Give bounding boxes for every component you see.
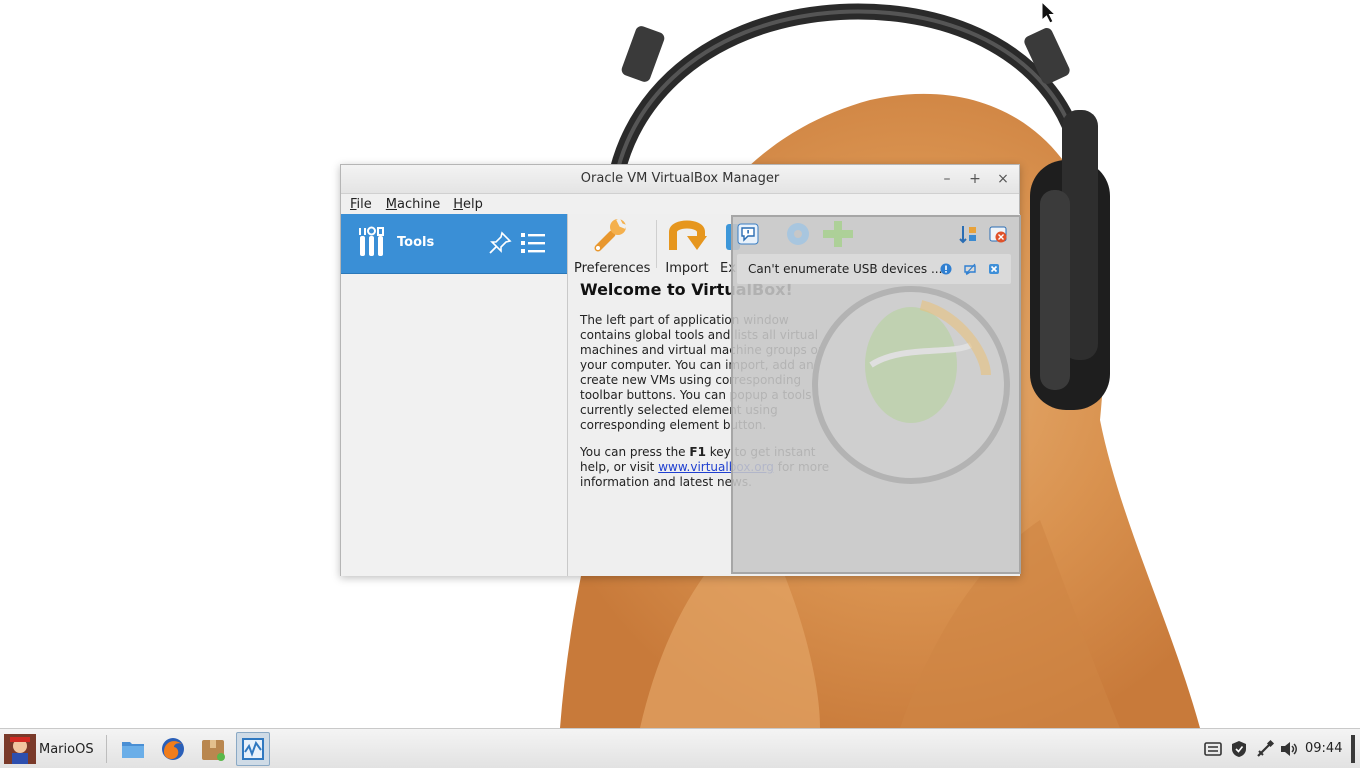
machine-list-pane: Tools xyxy=(341,214,568,576)
show-desktop-handle-icon[interactable] xyxy=(1350,735,1356,763)
virtualbox-task-button[interactable] xyxy=(236,732,270,766)
firefox-launcher[interactable] xyxy=(156,732,190,766)
gear-faded-icon xyxy=(787,223,809,245)
virtualbox-logo-watermark xyxy=(812,286,1010,484)
tools-icon xyxy=(359,226,384,256)
welcome-text-segment: You can press the xyxy=(580,445,690,459)
package-manager-icon xyxy=(202,740,225,761)
window-title: Oracle VM VirtualBox Manager xyxy=(580,171,780,186)
menu-bar: File Machine Help xyxy=(341,194,1019,216)
tools-item[interactable]: Tools xyxy=(341,214,567,274)
file-manager-launcher[interactable] xyxy=(116,732,150,766)
menu-help[interactable]: Help xyxy=(440,194,483,215)
preferences-label: Preferences xyxy=(574,261,651,276)
minimize-button[interactable]: – xyxy=(937,169,957,189)
taskbar: MarioOS 09:44 xyxy=(0,728,1360,768)
notification-center-icon[interactable] xyxy=(737,223,759,245)
tools-label: Tools xyxy=(397,235,435,250)
notification-toolbar xyxy=(733,217,1019,253)
wrench-icon xyxy=(594,218,627,252)
marioos-logo-icon xyxy=(4,734,36,764)
mouse-cursor-icon xyxy=(1041,1,1057,24)
file-manager-icon xyxy=(122,742,144,758)
volume-icon[interactable] xyxy=(1279,739,1299,759)
notification-message: Can't enumerate USB devices ... xyxy=(748,262,943,276)
menu-machine[interactable]: Machine xyxy=(372,194,440,215)
import-label: Import xyxy=(665,261,709,276)
start-menu-button[interactable]: MarioOS xyxy=(2,732,102,766)
list-menu-icon[interactable] xyxy=(519,230,547,256)
firefox-icon xyxy=(162,738,184,760)
sort-icon[interactable] xyxy=(957,223,979,245)
network-icon[interactable] xyxy=(1255,739,1275,759)
package-manager-launcher[interactable] xyxy=(196,732,230,766)
preferences-button[interactable]: Preferences xyxy=(574,216,651,276)
toolbar-separator xyxy=(656,220,657,268)
menu-file[interactable]: File xyxy=(341,194,372,215)
do-not-show-again-icon[interactable] xyxy=(963,262,977,276)
add-faded-icon xyxy=(823,221,853,247)
start-label: MarioOS xyxy=(39,742,94,757)
clock[interactable]: 09:44 xyxy=(1305,741,1342,756)
f1-key-label: F1 xyxy=(689,445,706,459)
import-arrow-icon xyxy=(669,220,707,250)
close-button[interactable]: × xyxy=(993,169,1013,189)
clear-all-notifications-icon[interactable] xyxy=(987,223,1009,245)
maximize-button[interactable]: + xyxy=(965,169,985,189)
taskbar-divider xyxy=(106,735,107,763)
pin-icon[interactable] xyxy=(487,230,513,256)
import-button[interactable]: Import xyxy=(664,216,710,276)
notification-center-panel: Can't enumerate USB devices ... xyxy=(731,215,1021,574)
title-bar[interactable]: Oracle VM VirtualBox Manager – + × xyxy=(341,165,1019,194)
security-shield-icon[interactable] xyxy=(1229,739,1249,759)
usb-error-notification[interactable]: Can't enumerate USB devices ... xyxy=(737,254,1011,284)
close-notification-icon[interactable] xyxy=(987,262,1001,276)
keyboard-layout-icon[interactable] xyxy=(1203,739,1223,759)
virtualbox-task-icon xyxy=(242,738,264,760)
help-icon[interactable] xyxy=(939,262,953,276)
